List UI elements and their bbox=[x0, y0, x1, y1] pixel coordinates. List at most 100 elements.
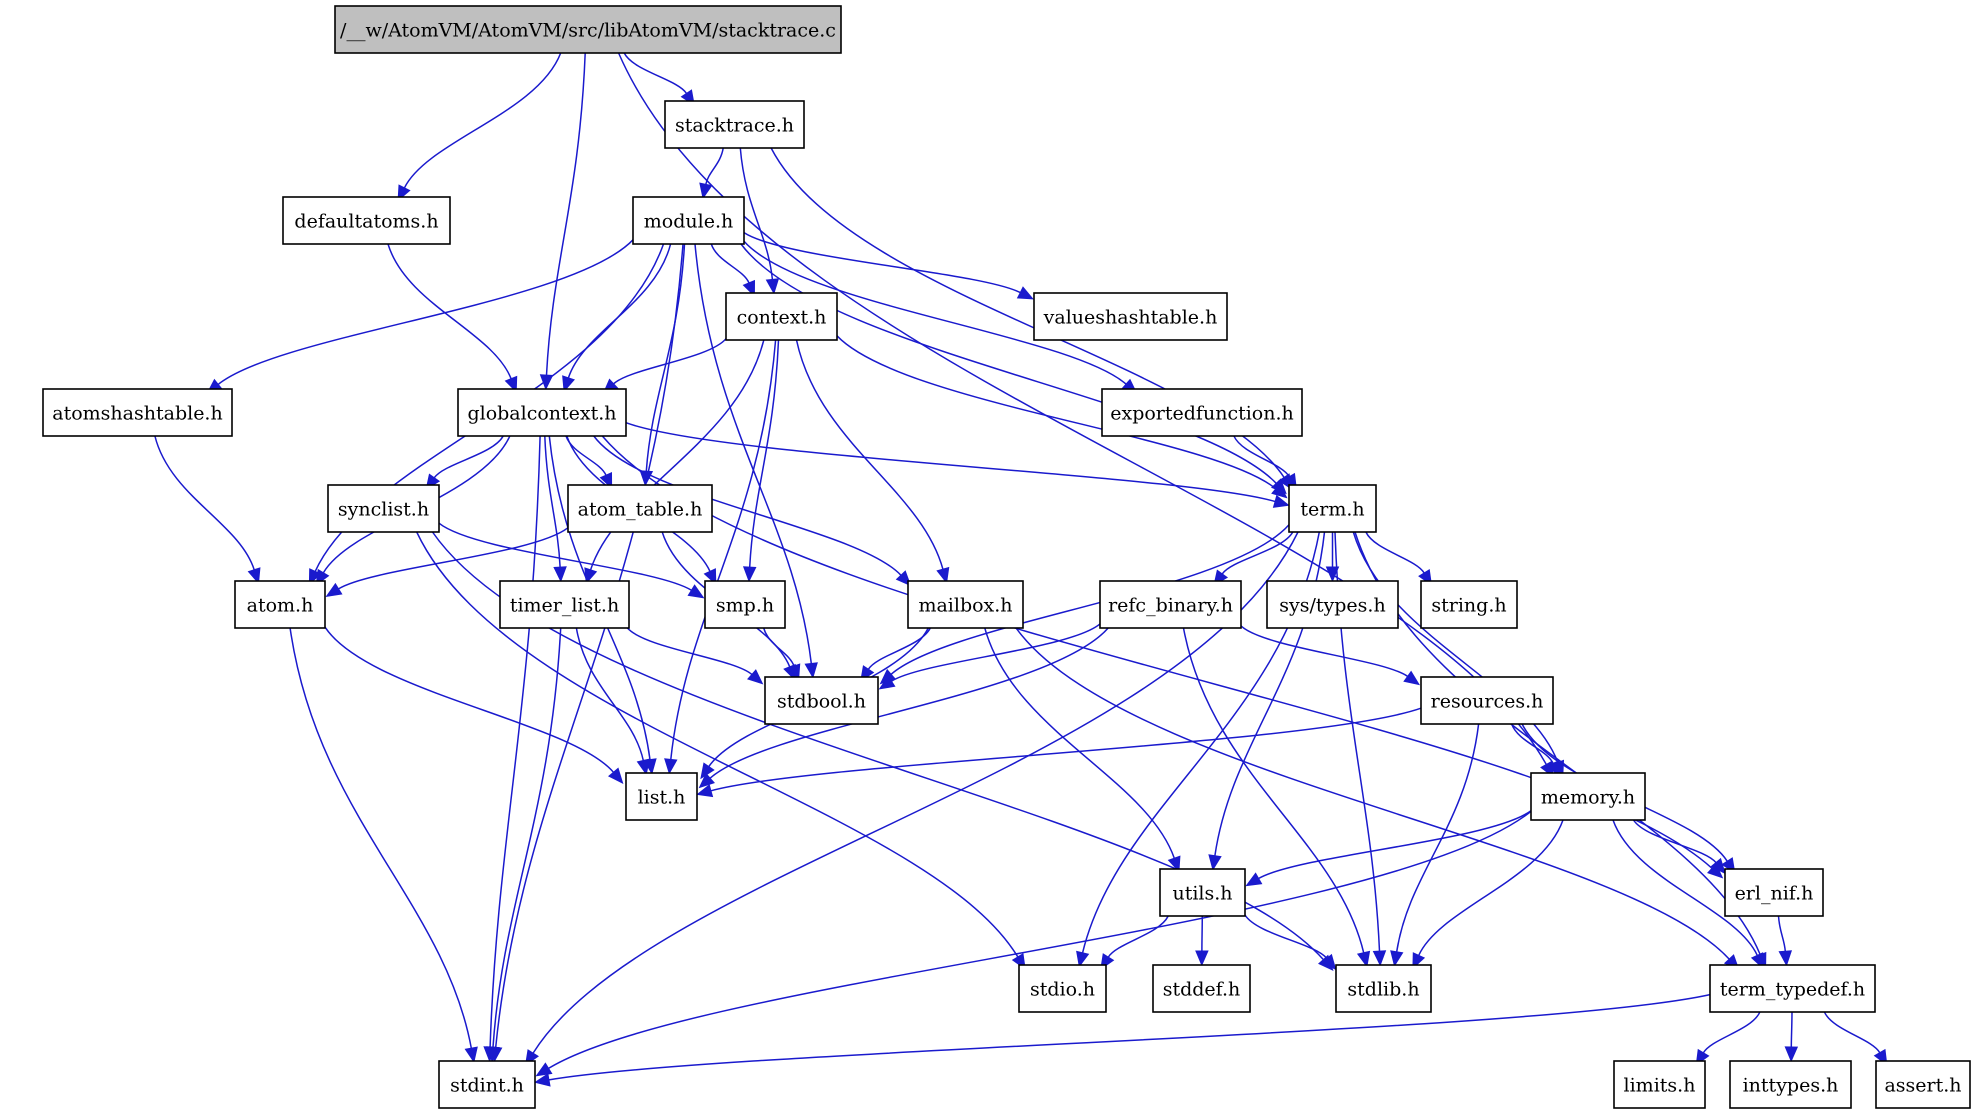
node-label: stdio.h bbox=[1030, 979, 1095, 1001]
node-label: term.h bbox=[1300, 499, 1364, 521]
edge-line bbox=[1790, 1011, 1793, 1048]
edge-mailbox_h-to-utils_h bbox=[984, 627, 1181, 873]
node-label: globalcontext.h bbox=[467, 403, 616, 425]
edge-utils_h-to-stddef_h bbox=[1195, 915, 1209, 967]
include-node-term-typedef-h[interactable]: term_typedef.h bbox=[1709, 964, 1876, 1013]
include-node-synclist-h[interactable]: synclist.h bbox=[327, 484, 440, 533]
nodes-layer: /__w/AtomVM/AtomVM/src/libAtomVM/stacktr… bbox=[42, 5, 1971, 1109]
node-label: context.h bbox=[737, 307, 827, 329]
arrowhead-icon bbox=[1356, 950, 1371, 968]
edge-atomshashtable_h-to-atom_h bbox=[154, 435, 261, 585]
edge-line bbox=[565, 435, 607, 476]
edge-timer_list_h-to-stdbool_h bbox=[626, 627, 764, 685]
node-label: list.h bbox=[638, 787, 686, 809]
node-label: stdlib.h bbox=[1347, 979, 1419, 1001]
edge-stacktrace_h-to-module_h bbox=[699, 147, 724, 200]
edge-globalcontext_h-to-synclist_h bbox=[425, 435, 504, 491]
include-node-atom-table-h[interactable]: atom_table.h bbox=[567, 484, 713, 533]
node-label: module.h bbox=[644, 211, 733, 233]
node-label: resources.h bbox=[1431, 691, 1544, 713]
edge-line bbox=[433, 435, 504, 479]
edge-term_typedef_h-to-limits_h bbox=[1695, 1011, 1761, 1066]
include-node-atom-h[interactable]: atom.h bbox=[234, 580, 326, 629]
include-node-string-h[interactable]: string.h bbox=[1420, 580, 1518, 629]
arrowhead-icon bbox=[1076, 950, 1090, 968]
arrowhead-icon bbox=[1390, 950, 1404, 967]
edge-line bbox=[1107, 915, 1169, 958]
include-node-stacktrace-h[interactable]: stacktrace.h bbox=[664, 100, 805, 149]
node-label: string.h bbox=[1431, 595, 1506, 617]
include-node-inttypes-h[interactable]: inttypes.h bbox=[1729, 1060, 1852, 1109]
include-node-stdint-h[interactable]: stdint.h bbox=[438, 1060, 536, 1109]
include-node-memory-h[interactable]: memory.h bbox=[1530, 772, 1646, 821]
include-node-stdlib-h[interactable]: stdlib.h bbox=[1335, 964, 1432, 1013]
node-label: term_typedef.h bbox=[1720, 979, 1865, 1001]
arrowhead-icon bbox=[1016, 286, 1034, 300]
edge-line bbox=[494, 243, 684, 1048]
edge-term_typedef_h-to-assert_h bbox=[1823, 1011, 1888, 1066]
include-node-module-h[interactable]: module.h bbox=[632, 196, 745, 245]
edge-root-to-defaultatoms_h bbox=[397, 52, 562, 202]
root-file-node[interactable]: /__w/AtomVM/AtomVM/src/libAtomVM/stacktr… bbox=[334, 5, 842, 54]
edge-globalcontext_h-to-stdint_h bbox=[483, 435, 541, 1063]
include-node-assert-h[interactable]: assert.h bbox=[1875, 1060, 1971, 1109]
include-node-refc-binary-h[interactable]: refc_binary.h bbox=[1099, 580, 1242, 629]
arrowhead-icon bbox=[636, 758, 650, 776]
node-label: stacktrace.h bbox=[675, 115, 794, 137]
node-label: atomshashtable.h bbox=[52, 403, 222, 425]
include-dependency-graph: /__w/AtomVM/AtomVM/src/libAtomVM/stacktr… bbox=[42, 5, 1971, 1109]
edge-line bbox=[670, 339, 777, 760]
edge-term_typedef_h-to-inttypes_h bbox=[1784, 1011, 1799, 1063]
include-node-resources-h[interactable]: resources.h bbox=[1420, 676, 1554, 725]
include-node-stddef-h[interactable]: stddef.h bbox=[1152, 964, 1251, 1013]
arrowhead-icon bbox=[1372, 950, 1387, 967]
edge-line bbox=[1395, 723, 1480, 952]
include-node-limits-h[interactable]: limits.h bbox=[1613, 1060, 1706, 1109]
node-label: stddef.h bbox=[1163, 979, 1241, 1001]
include-node-smp-h[interactable]: smp.h bbox=[704, 580, 786, 629]
include-node-context-h[interactable]: context.h bbox=[725, 292, 838, 341]
edge-timer_list_h-to-stdint_h bbox=[486, 627, 562, 1063]
include-node-erl-nif-h[interactable]: erl_nif.h bbox=[1724, 868, 1824, 917]
node-label: atom.h bbox=[247, 595, 314, 617]
edge-line bbox=[154, 435, 255, 571]
edge-line bbox=[1365, 531, 1425, 574]
include-node-term-h[interactable]: term.h bbox=[1288, 484, 1377, 533]
include-node-timer-list-h[interactable]: timer_list.h bbox=[499, 580, 630, 629]
edge-refc_binary_h-to-resources_h bbox=[1240, 625, 1421, 686]
node-label: stdint.h bbox=[450, 1075, 524, 1097]
edge-root-to-globalcontext_h bbox=[539, 52, 586, 391]
edge-line bbox=[710, 243, 750, 284]
node-label: synclist.h bbox=[338, 499, 429, 521]
arrowhead-icon bbox=[747, 669, 764, 685]
edge-line bbox=[1352, 531, 1559, 763]
edge-line bbox=[740, 243, 1277, 484]
include-node-defaultatoms-h[interactable]: defaultatoms.h bbox=[282, 196, 451, 245]
edge-line bbox=[548, 993, 1711, 1081]
edge-line bbox=[645, 243, 686, 472]
edge-line bbox=[984, 627, 1176, 859]
include-node-exportedfunction-h[interactable]: exportedfunction.h bbox=[1101, 388, 1303, 437]
edge-line bbox=[489, 435, 541, 1048]
edge-line bbox=[1777, 915, 1787, 952]
include-node-globalcontext-h[interactable]: globalcontext.h bbox=[457, 388, 627, 437]
include-node-list-h[interactable]: list.h bbox=[625, 772, 698, 821]
node-label: exportedfunction.h bbox=[1110, 403, 1294, 425]
node-label: sys/types.h bbox=[1279, 595, 1385, 617]
include-node-mailbox-h[interactable]: mailbox.h bbox=[907, 580, 1024, 629]
include-node-stdbool-h[interactable]: stdbool.h bbox=[764, 676, 879, 725]
include-node-atomshashtable-h[interactable]: atomshashtable.h bbox=[42, 388, 233, 437]
edge-line bbox=[324, 626, 615, 773]
edge-line bbox=[545, 52, 586, 376]
edge-module_h-to-stdint_h bbox=[488, 243, 684, 1063]
include-node-utils-h[interactable]: utils.h bbox=[1159, 868, 1246, 917]
edge-erl_nif_h-to-term_typedef_h bbox=[1777, 915, 1793, 967]
node-label: valueshashtable.h bbox=[1043, 307, 1218, 329]
edge-term_h-to-refc_binary_h bbox=[1213, 531, 1294, 587]
include-node-stdio-h[interactable]: stdio.h bbox=[1018, 964, 1107, 1013]
node-label: defaultatoms.h bbox=[294, 211, 438, 233]
edge-term_h-to-term_typedef_h bbox=[1354, 531, 1767, 969]
include-node-sys-types-h[interactable]: sys/types.h bbox=[1266, 580, 1399, 629]
include-node-valueshashtable-h[interactable]: valueshashtable.h bbox=[1033, 292, 1228, 341]
edge-memory_h-to-stdlib_h bbox=[1412, 819, 1564, 970]
